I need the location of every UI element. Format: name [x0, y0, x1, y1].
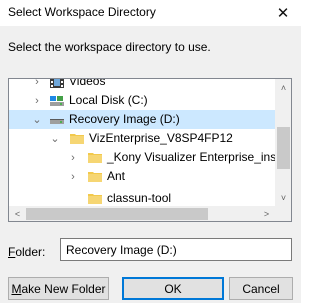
chevron-right-icon[interactable]: › — [67, 148, 79, 167]
make-new-folder-button[interactable]: Make New Folder — [8, 277, 109, 300]
title-bar: Select Workspace Directory ✕ — [0, 0, 301, 26]
folder-icon — [88, 153, 102, 163]
folder-icon — [88, 194, 102, 204]
tree-item-label: _Kony Visualizer Enterprise_instal — [107, 150, 275, 164]
chevron-right-icon[interactable]: › — [67, 167, 79, 186]
make-new-folder-label: ake New Folder — [21, 281, 106, 296]
folder-label: Folder: — [8, 245, 45, 259]
cancel-button[interactable]: Cancel — [229, 277, 293, 300]
folder-icon — [88, 172, 102, 182]
chevron-down-icon: ˅ — [280, 192, 287, 203]
scroll-down-button[interactable]: ˅ — [275, 189, 291, 206]
make-new-folder-mnemonic: M — [11, 281, 22, 296]
scrollbar-corner — [275, 206, 291, 221]
chevron-left-icon: < — [14, 209, 21, 219]
tree-item-kony-visualizer[interactable]: › _Kony Visualizer Enterprise_instal — [9, 148, 275, 167]
close-icon: ✕ — [276, 5, 290, 22]
dialog-title: Select Workspace Directory — [8, 5, 156, 19]
tree-item-classun-tool[interactable]: classun-tool — [9, 189, 275, 206]
ok-button[interactable]: OK — [122, 277, 224, 300]
chevron-down-icon[interactable]: ⌄ — [31, 110, 43, 129]
dialog-body: Select the workspace directory to use. ›… — [0, 26, 301, 303]
tree-item-vizenterprise[interactable]: ⌄ VizEnterprise_V8SP4FP12 — [9, 129, 275, 148]
vertical-scrollbar[interactable]: ˄ ˅ — [275, 79, 291, 206]
vertical-scroll-thumb[interactable] — [277, 127, 290, 169]
tree-item-videos[interactable]: › Videos — [9, 79, 275, 91]
videos-folder-icon — [50, 79, 64, 88]
folder-input[interactable] — [60, 238, 292, 261]
drive-icon — [50, 119, 64, 124]
chevron-down-icon[interactable]: ⌄ — [49, 129, 61, 148]
tree-item-label: Ant — [107, 169, 126, 183]
scroll-up-button[interactable]: ˄ — [275, 79, 291, 96]
drive-icon — [50, 96, 64, 106]
tree-item-label: Videos — [69, 79, 106, 88]
tree-item-label: Local Disk (C:) — [69, 93, 148, 107]
horizontal-scrollbar[interactable]: < > — [9, 206, 275, 221]
chevron-right-icon[interactable]: › — [31, 91, 43, 110]
horizontal-scroll-thumb[interactable] — [26, 208, 208, 220]
scroll-left-button[interactable]: < — [9, 206, 26, 221]
tree-item-ant[interactable]: › Ant — [9, 167, 275, 186]
close-button[interactable]: ✕ — [265, 0, 301, 26]
tree-viewport: › Videos › Local Disk (C:) ⌄ Recovery Im… — [9, 79, 275, 206]
scroll-right-button[interactable]: > — [258, 206, 275, 221]
folder-label-text: older: — [15, 245, 46, 259]
tree-item-label: Recovery Image (D:) — [69, 112, 180, 126]
tree-item-local-disk[interactable]: › Local Disk (C:) — [9, 91, 275, 110]
tree-item-recovery-image[interactable]: ⌄ Recovery Image (D:) — [9, 110, 275, 129]
tree-item-label: classun-tool — [107, 191, 172, 205]
chevron-right-icon[interactable]: › — [31, 79, 43, 91]
folder-tree[interactable]: › Videos › Local Disk (C:) ⌄ Recovery Im… — [8, 78, 292, 222]
instruction-text: Select the workspace directory to use. — [8, 40, 211, 54]
chevron-right-icon: > — [263, 209, 270, 219]
chevron-up-icon: ˄ — [280, 82, 287, 93]
folder-icon — [70, 134, 84, 144]
tree-item-label: VizEnterprise_V8SP4FP12 — [89, 131, 233, 145]
